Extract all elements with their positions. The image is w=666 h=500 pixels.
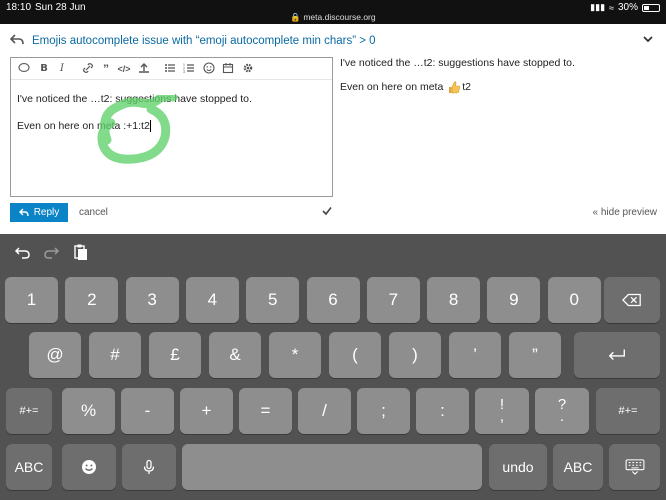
symbols-toggle-right-key[interactable]: #+= [596,388,660,434]
key-9[interactable]: 9 [487,277,541,323]
key-5[interactable]: 5 [246,277,300,323]
preview-line-2-text: Even on here on meta [340,81,447,93]
status-bar: 18:10 Sun 28 Jun 🔒 meta.discourse.org ▮▮… [0,0,666,24]
preview-line-2-suffix: t2 [462,81,472,93]
key-3[interactable]: 3 [125,277,179,323]
svg-text:3: 3 [183,70,185,74]
checkmark-icon [322,207,332,216]
symbols-toggle-left-key[interactable]: #+= [6,388,52,434]
upload-icon[interactable] [137,62,151,76]
speech-bubble-icon[interactable] [17,62,31,76]
exclamation-comma-key[interactable]: ! , [475,388,529,434]
address-url: meta.discourse.org [303,12,376,22]
abc-right-key[interactable]: ABC [553,444,603,490]
space-bar[interactable] [182,444,482,490]
key-semicolon[interactable]: ; [357,388,410,434]
key-colon[interactable]: : [416,388,469,434]
lock-icon: 🔒 [290,12,301,22]
editor-line-1: I've noticed the …t2: suggestions have s… [17,93,252,105]
return-icon [608,349,625,361]
key-7[interactable]: 7 [366,277,420,323]
editor-textarea[interactable]: I've noticed the …t2: suggestions have s… [17,92,327,146]
key-at[interactable]: @ [29,332,81,378]
key-asterisk[interactable]: * [269,332,321,378]
reply-button-label: Reply [33,207,60,218]
thumbs-up-emoji-icon [449,81,461,94]
key-pound[interactable]: £ [149,332,201,378]
key-2[interactable]: 2 [65,277,119,323]
key-open-paren[interactable]: ( [329,332,381,378]
bold-icon[interactable]: B [37,62,51,76]
editor-toolbar: B I ” </> 123 [11,58,332,80]
key-1[interactable]: 1 [5,277,58,323]
battery-icon [642,3,660,12]
key-4[interactable]: 4 [185,277,239,323]
reply-arrow-icon [10,34,24,45]
return-key[interactable] [574,332,660,378]
on-screen-keyboard: #+= ! , ? . #+= ABC undo ABC 1 2 3 4 5 6… [0,234,666,500]
editor-line-2-text: Even on here on meta :+1:t2 [17,120,150,132]
undo-key[interactable]: undo [489,444,547,490]
battery-fill [644,5,649,10]
cancel-link[interactable]: cancel [79,207,108,218]
preview-line-2: Even on here on meta t2 [340,80,471,94]
wifi-icon: ≈ [609,2,614,13]
reply-arrow-icon [18,208,29,217]
italic-icon[interactable]: I [55,62,69,76]
smiley-icon[interactable] [202,62,216,76]
composer-header: Emojis autocomplete issue with “emoji au… [0,24,666,54]
signal-icon: ▮▮▮ [590,2,606,12]
key-close-paren[interactable]: ) [389,332,441,378]
key-apostrophe[interactable]: ’ [449,332,501,378]
key-8[interactable]: 8 [427,277,481,323]
topic-title-link[interactable]: Emojis autocomplete issue with “emoji au… [32,35,376,47]
keyboard-shortcut-bar [0,234,666,274]
calendar-icon[interactable] [221,62,235,76]
key-hash[interactable]: # [89,332,141,378]
backspace-icon [622,293,641,307]
reply-button[interactable]: Reply [10,203,68,222]
composer-editor[interactable]: B I ” </> 123 I've noticed the …t2: sugg… [10,57,333,197]
microphone-icon [143,459,155,474]
keyboard-dismiss-key[interactable] [609,444,660,490]
key-slash[interactable]: / [298,388,351,434]
key-equals[interactable]: = [239,388,292,434]
hide-preview-link[interactable]: « hide preview [593,207,657,218]
backspace-key[interactable] [604,277,660,323]
redo-arrow-icon[interactable] [42,243,60,261]
abc-left-key[interactable]: ABC [6,444,52,490]
link-icon[interactable] [81,62,95,76]
key-ampersand[interactable]: & [209,332,261,378]
quote-icon[interactable]: ” [99,62,113,76]
status-right: ▮▮▮ ≈ 30% [590,2,660,13]
key-plus[interactable]: + [180,388,233,434]
key-6[interactable]: 6 [306,277,360,323]
key-0[interactable]: 0 [547,277,601,323]
question-period-key[interactable]: ? . [535,388,589,434]
keyboard-dismiss-icon [625,459,644,475]
undo-arrow-icon[interactable] [14,243,32,261]
chevron-down-icon[interactable] [642,33,654,45]
key-quote[interactable]: ” [509,332,561,378]
key-percent[interactable]: % [62,388,115,434]
paste-icon[interactable] [72,243,90,261]
screen: 18:10 Sun 28 Jun 🔒 meta.discourse.org ▮▮… [0,0,666,500]
emoji-key[interactable] [62,444,116,490]
editor-line-2: Even on here on meta :+1:t2 [17,119,327,133]
microphone-key[interactable] [122,444,176,490]
preview-line-1: I've noticed the …t2: suggestions have s… [340,57,575,69]
address-bar[interactable]: 🔒 meta.discourse.org [0,12,666,23]
comma-label: , [499,408,505,425]
battery-label: 30% [617,2,638,13]
bullet-list-icon[interactable] [163,62,177,76]
gear-icon[interactable] [241,62,255,76]
period-label: . [559,408,565,425]
text-caret [149,120,151,133]
emoji-icon [82,460,96,474]
key-minus[interactable]: - [121,388,174,434]
code-icon[interactable]: </> [117,62,131,76]
numbered-list-icon[interactable]: 123 [182,62,196,76]
